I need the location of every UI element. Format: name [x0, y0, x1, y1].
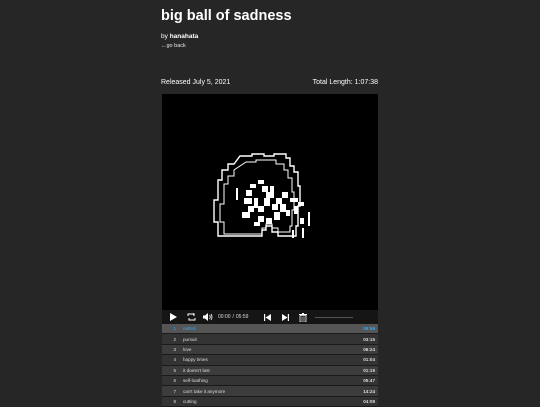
track-number: 1	[173, 326, 176, 332]
previous-button[interactable]	[258, 310, 276, 324]
track-number: 7	[173, 388, 176, 394]
trash-button[interactable]	[296, 310, 310, 324]
album-cover-art	[162, 94, 378, 310]
track-title: cutting	[183, 398, 197, 404]
repeat-button[interactable]	[182, 310, 200, 324]
track-title: pursuit	[183, 336, 197, 342]
track-title: it doesn't last	[183, 367, 210, 373]
next-icon	[281, 313, 289, 321]
track-number: 3	[173, 346, 176, 352]
time-separator: /	[232, 314, 234, 320]
track-duration: 03:15	[363, 336, 375, 342]
byline: by hanahata	[161, 33, 198, 40]
track-row[interactable]: 6 self-loathing 05:47	[162, 375, 378, 387]
release-date: Released July 5, 2021	[161, 79, 231, 86]
repeat-icon	[187, 313, 195, 321]
previous-icon	[263, 313, 271, 321]
track-title: love	[183, 346, 192, 352]
artist-name[interactable]: hanahata	[170, 33, 199, 40]
track-list: 1 nothol 05:59 2 pursuit 03:15 3 love 06:24 4 happ…	[162, 324, 378, 407]
track-row[interactable]: 4 happy times 01:04	[162, 355, 378, 366]
seek-bar[interactable]	[315, 317, 353, 318]
track-row[interactable]: 2 pursuit 03:15	[162, 334, 378, 345]
track-number: 8	[173, 398, 176, 404]
track-row[interactable]: 5 it doesn't last 01:19	[162, 365, 378, 376]
track-number: 6	[173, 378, 176, 384]
volume-button[interactable]	[200, 310, 216, 324]
album-meta: Released July 5, 2021 Total Length: 1:07…	[161, 79, 378, 86]
track-row[interactable]: 8 cutting 04:08	[162, 396, 378, 407]
play-icon	[170, 313, 177, 321]
track-title: nothol	[183, 326, 196, 332]
album-cover	[162, 94, 378, 310]
current-time: 00:00	[218, 314, 231, 320]
track-title: self-loathing	[183, 378, 208, 384]
track-duration: 14:24	[363, 388, 375, 394]
audio-player: 00:00 / 05:59	[162, 310, 378, 324]
go-back-link[interactable]: ←go back	[161, 43, 186, 49]
track-duration: 05:59	[363, 326, 375, 332]
next-button[interactable]	[276, 310, 294, 324]
track-duration: 04:08	[363, 398, 375, 404]
track-duration: 06:24	[363, 346, 375, 352]
album-title: big ball of sadness	[161, 8, 292, 24]
track-title: can't take it anymore	[183, 388, 226, 394]
track-row[interactable]: 1 nothol 05:59	[162, 324, 378, 335]
track-title: happy times	[183, 357, 208, 363]
album-page: big ball of sadness by hanahata ←go back…	[161, 0, 379, 407]
track-duration: 01:04	[363, 357, 375, 363]
trash-icon	[299, 312, 308, 322]
track-duration: 05:47	[363, 378, 375, 384]
by-prefix: by	[161, 33, 168, 40]
track-number: 5	[173, 367, 176, 373]
track-duration: 01:19	[363, 367, 375, 373]
track-number: 4	[173, 357, 176, 363]
track-number: 2	[173, 336, 176, 342]
total-length: Total Length: 1:07:38	[312, 79, 378, 86]
track-row[interactable]: 3 love 06:24	[162, 344, 378, 356]
volume-icon	[203, 313, 213, 321]
track-row[interactable]: 7 can't take it anymore 14:24	[162, 386, 378, 397]
duration: 05:59	[235, 314, 249, 320]
play-button[interactable]	[164, 310, 182, 324]
